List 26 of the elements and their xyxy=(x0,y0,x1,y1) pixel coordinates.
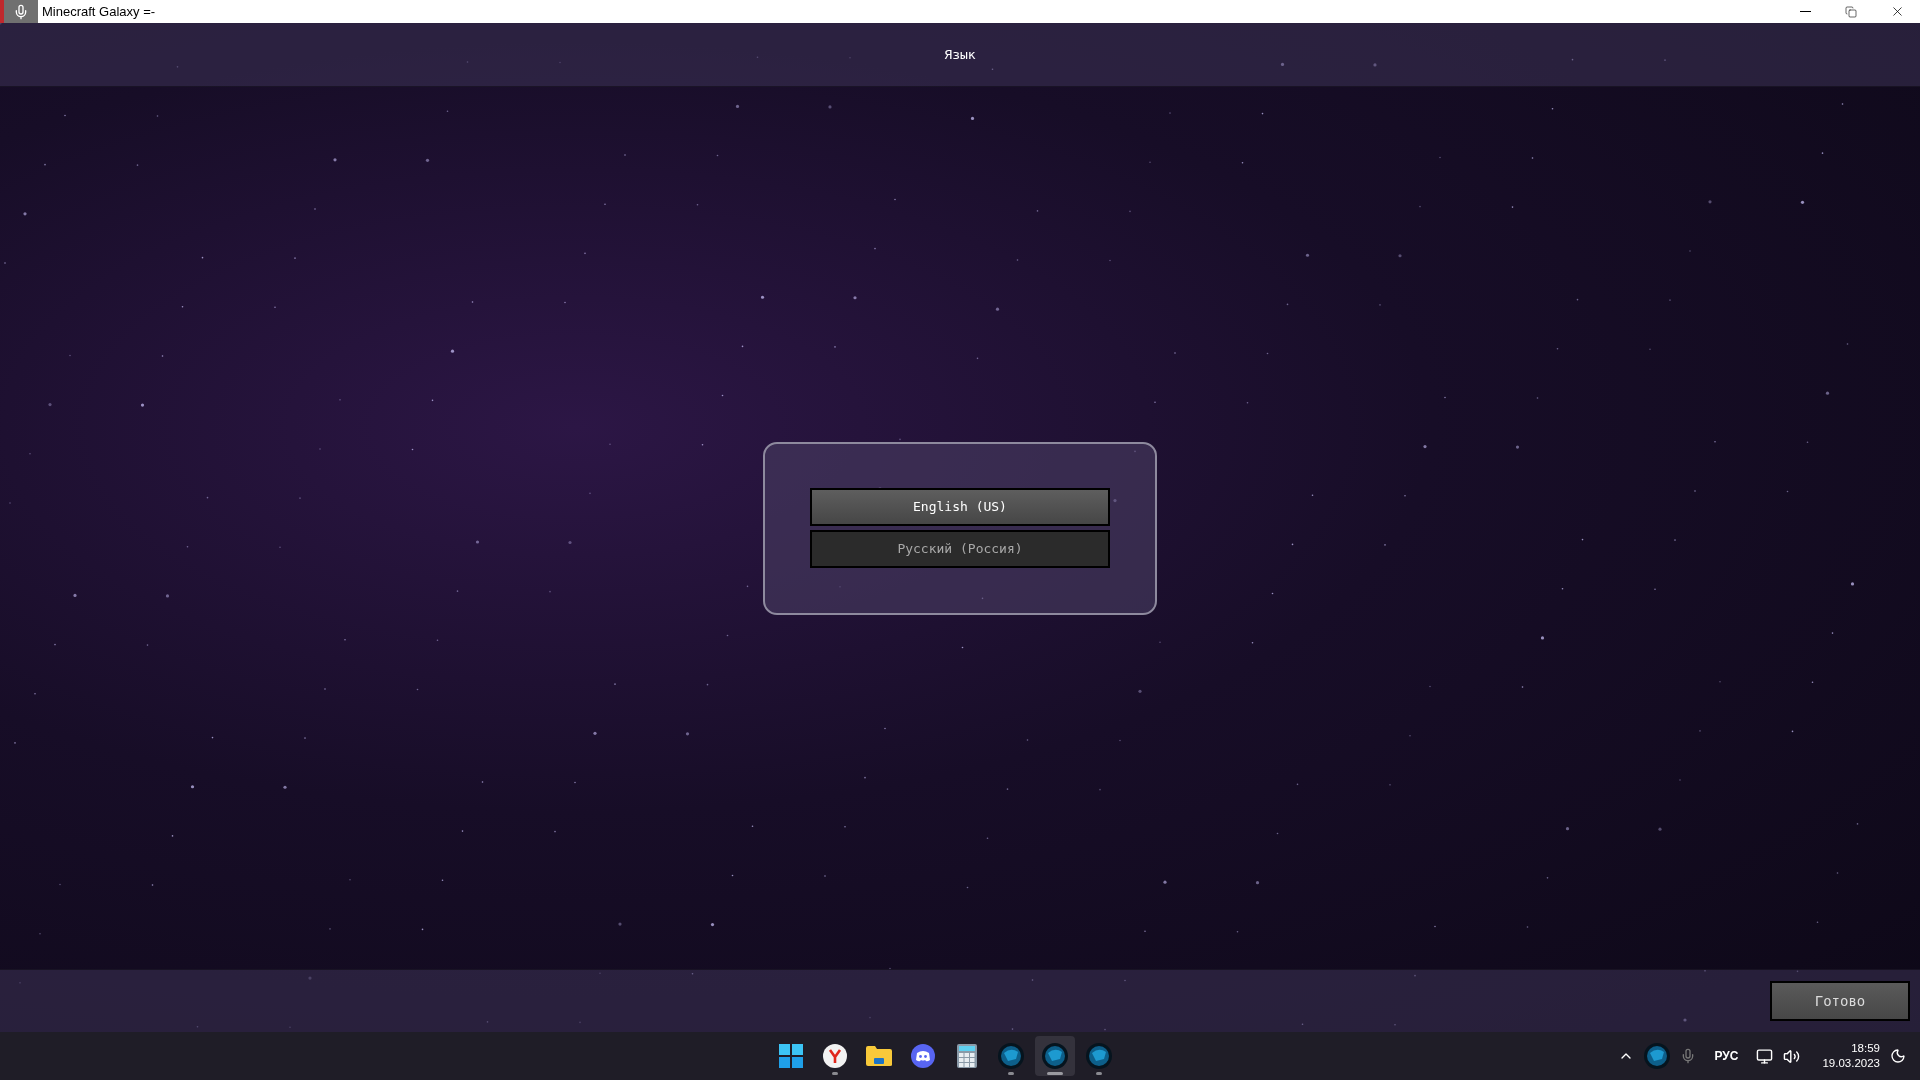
y-browser-icon xyxy=(823,1044,847,1068)
done-button[interactable]: Готово xyxy=(1770,981,1910,1021)
volume-icon[interactable] xyxy=(1783,1047,1801,1065)
globe-app-icon xyxy=(1086,1043,1112,1069)
restore-icon xyxy=(1845,5,1857,18)
window-title: Minecraft Galaxy =- xyxy=(42,2,156,21)
minimize-icon xyxy=(1799,11,1811,12)
calculator-icon xyxy=(957,1044,977,1068)
running-indicator xyxy=(1047,1072,1063,1075)
globe-app-icon xyxy=(998,1043,1024,1069)
language-option[interactable]: English (US) xyxy=(810,488,1110,526)
screen-title: Язык xyxy=(944,45,976,64)
folder-icon xyxy=(866,1045,892,1067)
input-language[interactable]: РУС xyxy=(1714,1047,1739,1065)
clock[interactable]: 18:59 19.03.2023 xyxy=(1822,1041,1880,1071)
running-indicator xyxy=(1008,1072,1014,1075)
running-indicator xyxy=(1096,1072,1102,1075)
taskbar-app[interactable] xyxy=(1035,1036,1075,1076)
globe-app-icon xyxy=(1644,1043,1671,1069)
running-indicator xyxy=(832,1072,838,1075)
language-option[interactable]: Русский (Россия) xyxy=(810,530,1110,568)
globe-app-icon xyxy=(1042,1043,1068,1069)
windows-logo-icon xyxy=(779,1044,803,1068)
moon-icon[interactable] xyxy=(1890,1048,1906,1064)
game-controller-chat-icon xyxy=(911,1044,935,1068)
network-icon[interactable] xyxy=(1756,1047,1774,1065)
